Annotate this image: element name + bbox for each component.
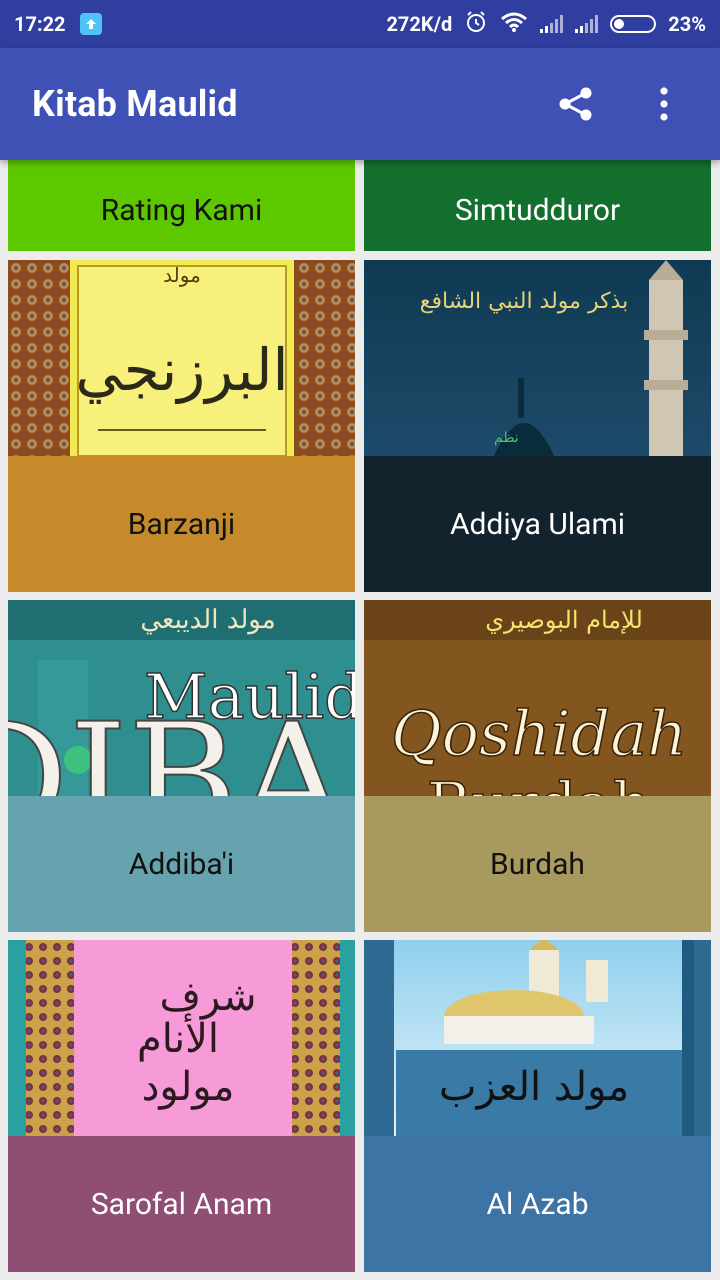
card-simtudduror[interactable]: Simtudduror — [364, 160, 711, 251]
al-azab-cover-image: مولد العزب — [364, 940, 711, 1136]
share-icon[interactable] — [552, 80, 600, 128]
status-time: 17:22 — [14, 12, 66, 36]
card-al-azab[interactable]: مولد العزب Al Azab — [364, 940, 711, 1272]
svg-text:Burdah: Burdah — [427, 770, 651, 796]
card-label: Simtudduror — [454, 193, 621, 228]
addibai-cover-image: مولد الديبعي Maulid DIBA' — [8, 600, 355, 796]
card-addiya-ulami[interactable]: بذكر مولد النبي الشافع نظم Addiya Ulami — [364, 260, 711, 592]
alarm-icon — [464, 10, 488, 39]
sarofal-anam-cover-image: شرف الأنام مولود — [8, 940, 355, 1136]
svg-text:نظم: نظم — [494, 430, 519, 446]
svg-text:مولد: مولد — [163, 263, 201, 287]
wifi-icon — [500, 11, 528, 38]
addiya-ulami-cover-image: بذكر مولد النبي الشافع نظم — [364, 260, 711, 456]
card-label: Sarofal Anam — [90, 1186, 273, 1222]
card-sarofal-anam[interactable]: شرف الأنام مولود Sarofal Anam — [8, 940, 355, 1272]
battery-icon — [610, 15, 657, 33]
svg-text:للإمام البوصيري: للإمام البوصيري — [485, 606, 643, 634]
card-rating-kami[interactable]: Rating Kami — [8, 160, 355, 251]
status-bar: 17:22 272K/d 23% — [0, 0, 720, 48]
svg-text:مولود: مولود — [142, 1064, 235, 1110]
card-burdah[interactable]: للإمام البوصيري Qoshidah Burdah Burdah — [364, 600, 711, 932]
upload-icon — [79, 13, 102, 35]
card-label: Barzanji — [127, 506, 236, 542]
svg-text:مولد العزب: مولد العزب — [439, 1064, 629, 1110]
card-barzanji[interactable]: مولد البرزنجي Barzanji — [8, 260, 355, 592]
svg-text:شرف: شرف — [159, 974, 256, 1020]
svg-text:مولد الديبعي: مولد الديبعي — [140, 605, 275, 635]
svg-text:الأنام: الأنام — [137, 1013, 219, 1062]
card-label: Addiya Ulami — [449, 506, 626, 542]
app-bar: Kitab Maulid — [0, 48, 720, 160]
app-title: Kitab Maulid — [32, 83, 238, 125]
card-label: Rating Kami — [100, 193, 263, 228]
signal-icon — [540, 15, 564, 33]
kitab-grid: Rating Kami Simtudduror مولد البرزنجي Ba… — [0, 160, 720, 1280]
signal-icon-2 — [575, 15, 599, 33]
battery-percent: 23% — [668, 12, 706, 36]
svg-text:البرزنجي: البرزنجي — [75, 336, 288, 405]
burdah-cover-image: للإمام البوصيري Qoshidah Burdah — [364, 600, 711, 796]
card-label: Addiba'i — [128, 846, 235, 882]
network-speed: 272K/d — [386, 12, 453, 36]
svg-text:DIBA': DIBA' — [8, 692, 355, 796]
more-vert-icon[interactable] — [640, 80, 688, 128]
barzanji-cover-image: مولد البرزنجي — [8, 260, 355, 456]
svg-text:Qoshidah: Qoshidah — [391, 697, 687, 770]
svg-text:بذكر مولد النبي الشافع: بذكر مولد النبي الشافع — [420, 289, 628, 314]
card-label: Al Azab — [486, 1186, 589, 1222]
card-label: Burdah — [490, 846, 585, 882]
card-addibai[interactable]: مولد الديبعي Maulid DIBA' Addiba'i — [8, 600, 355, 932]
